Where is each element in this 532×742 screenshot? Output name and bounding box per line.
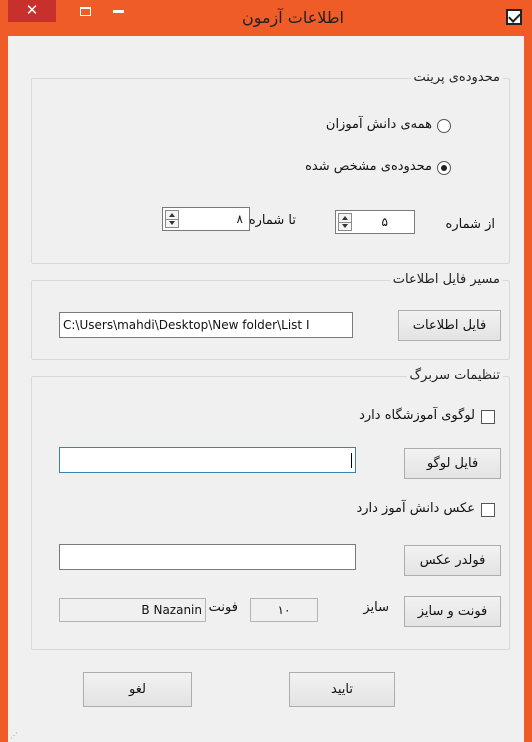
data-file-group: مسیر فایل اطلاعات فایل اطلاعات C:\Users\…: [31, 272, 510, 360]
from-number-label: از شماره: [445, 217, 495, 232]
all-students-radio[interactable]: [437, 119, 451, 133]
minimize-icon[interactable]: [113, 10, 124, 13]
all-students-label[interactable]: همه‌ی دانش آموزان: [326, 117, 432, 132]
print-range-legend: محدوده‌ی پرینت: [410, 70, 503, 85]
has-logo-checkbox[interactable]: [481, 410, 495, 424]
title-bar[interactable]: ✕ اطلاعات آزمون: [0, 0, 532, 36]
header-settings-legend: تنظیمات سربرگ: [406, 368, 503, 383]
close-button[interactable]: ✕: [8, 0, 56, 22]
app-check-icon: [506, 9, 522, 25]
size-field[interactable]: ۱۰: [250, 598, 318, 622]
maximize-icon[interactable]: [80, 7, 91, 16]
resize-grip-icon[interactable]: ⋰: [10, 732, 18, 740]
specified-range-label[interactable]: محدوده‌ی مشخص شده: [305, 159, 432, 174]
logo-path-field[interactable]: [59, 447, 356, 473]
print-range-group: محدوده‌ی پرینت همه‌ی دانش آموزان محدوده‌…: [31, 70, 510, 264]
dialog-window: ✕ اطلاعات آزمون محدوده‌ی پرینت همه‌ی دان…: [0, 0, 532, 742]
font-label: فونت: [208, 600, 238, 615]
from-number-spinner[interactable]: ۵: [335, 210, 415, 234]
dialog-client-area: محدوده‌ی پرینت همه‌ی دانش آموزان محدوده‌…: [8, 36, 524, 742]
has-logo-label[interactable]: لوگوی آموزشگاه دارد: [359, 408, 475, 423]
data-file-button[interactable]: فایل اطلاعات: [398, 310, 501, 341]
font-field[interactable]: B Nazanin: [59, 598, 206, 622]
to-number-label: تا شماره: [248, 213, 296, 228]
data-file-legend: مسیر فایل اطلاعات: [389, 272, 503, 287]
ok-button[interactable]: تایید: [289, 672, 395, 707]
header-settings-group: تنظیمات سربرگ لوگوی آموزشگاه دارد فایل ل…: [31, 368, 510, 650]
size-label: سایز: [363, 600, 389, 615]
specified-range-radio[interactable]: [437, 161, 451, 175]
to-number-value: ۸: [236, 212, 243, 226]
from-number-value: ۵: [381, 215, 388, 229]
data-file-path-field[interactable]: C:\Users\mahdi\Desktop\New folder\List I: [59, 312, 353, 338]
cancel-button[interactable]: لغو: [83, 672, 192, 707]
window-title: اطلاعات آزمون: [241, 8, 344, 27]
has-photo-label[interactable]: عکس دانش آموز دارد: [356, 501, 475, 516]
to-number-spinner[interactable]: ۸: [162, 207, 250, 231]
has-photo-checkbox[interactable]: [481, 503, 495, 517]
logo-file-button[interactable]: فایل لوگو: [404, 448, 501, 479]
text-caret: [351, 452, 352, 468]
spinner-arrows-icon[interactable]: [338, 213, 352, 231]
spinner-arrows-icon[interactable]: [165, 210, 179, 228]
photo-path-field[interactable]: [59, 544, 356, 570]
photo-folder-button[interactable]: فولدر عکس: [404, 545, 501, 576]
font-size-button[interactable]: فونت و سایز: [404, 596, 501, 627]
